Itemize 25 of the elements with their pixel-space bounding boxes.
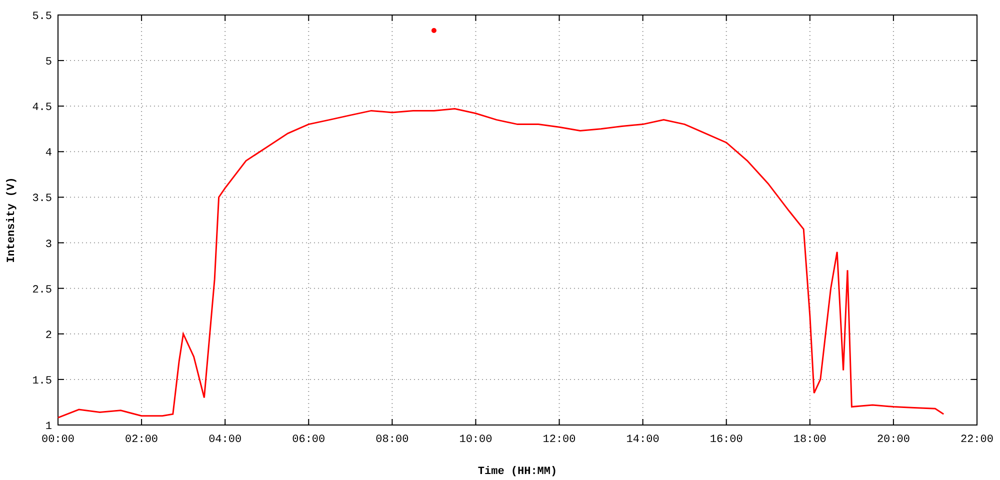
axis-tick-label: 12:00 <box>542 434 576 446</box>
axis-tick-label: 04:00 <box>208 434 242 446</box>
axis-tick-label: 1 <box>45 421 52 433</box>
axis-tick-label: 4 <box>45 148 52 160</box>
axis-tick-label: 1.5 <box>32 375 52 388</box>
data-point <box>431 28 436 33</box>
axis-tick-label: 14:00 <box>626 434 660 446</box>
axis-title: Time (HH:MM) <box>478 466 558 478</box>
axis-tick-label: 3 <box>45 238 52 251</box>
axis-tick-label: 3.5 <box>32 193 52 206</box>
axis-tick-label: 2.5 <box>32 284 52 296</box>
axis-tick-label: 10:00 <box>459 434 492 446</box>
axis-tick-label: 06:00 <box>292 434 326 446</box>
axis-tick-label: 5.5 <box>32 11 52 23</box>
axis-tick-label: 02:00 <box>125 434 158 446</box>
axis-tick-label: 16:00 <box>710 434 743 446</box>
axis-tick-label: 5 <box>45 56 52 69</box>
axis-tick-label: 00:00 <box>42 434 74 446</box>
axis-tick-label: 18:00 <box>793 434 826 446</box>
axis-tick-label: 08:00 <box>376 434 409 446</box>
axis-title: Intensity (V) <box>6 177 18 263</box>
axis-tick-label: 22:00 <box>960 434 994 446</box>
axis-tick-label: 4.5 <box>32 102 52 114</box>
axis-tick-label: 2 <box>45 330 52 342</box>
axis-tick-label: 20:00 <box>876 434 910 446</box>
